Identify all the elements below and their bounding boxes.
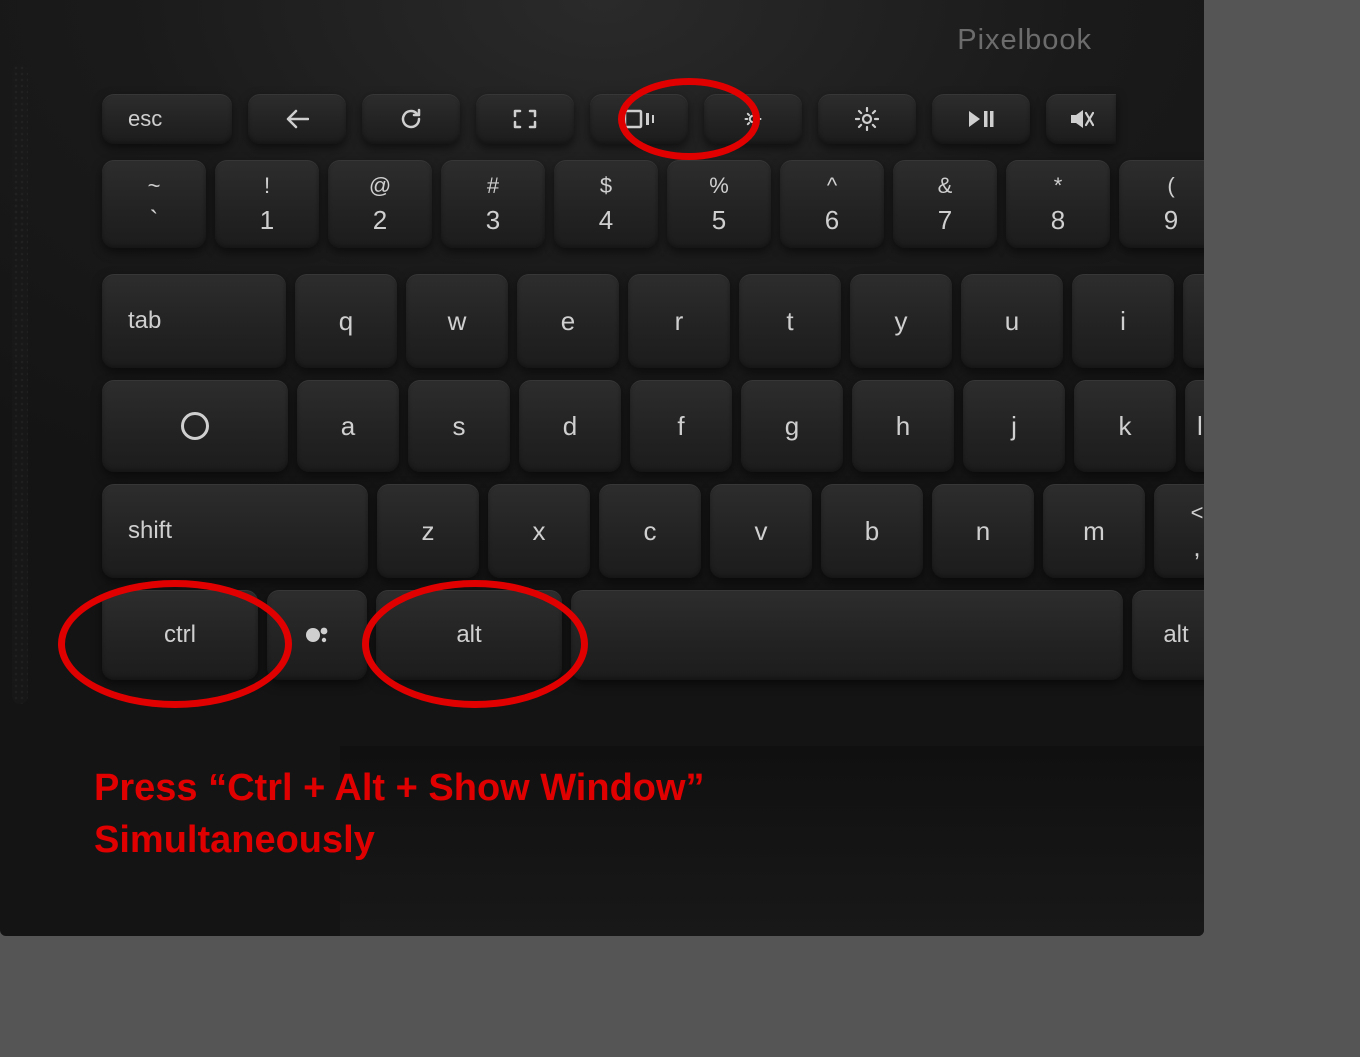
play-pause-icon [968,109,994,129]
key-m[interactable]: m [1043,484,1145,578]
brightness-low-icon [744,110,762,128]
brightness-high-icon [855,107,879,131]
qwerty-row: tab q w e r t y u i o [102,274,1204,368]
key-i[interactable]: i [1072,274,1174,368]
brightness-down-key[interactable] [704,94,802,144]
key-8[interactable]: *8 [1006,160,1110,248]
key-n[interactable]: n [932,484,1034,578]
key-7[interactable]: &7 [893,160,997,248]
key-6[interactable]: ^6 [780,160,884,248]
back-key[interactable] [248,94,346,144]
key-b[interactable]: b [821,484,923,578]
show-windows-icon [624,109,654,129]
key-o[interactable]: o [1183,274,1204,368]
circle-icon [181,412,209,440]
caption-line-1: Press “Ctrl + Alt + Show Window” [94,762,705,814]
key-u[interactable]: u [961,274,1063,368]
shift-key[interactable]: shift [102,484,368,578]
key-g[interactable]: g [741,380,843,472]
refresh-key[interactable] [362,94,460,144]
brand-label: Pixelbook [957,24,1092,57]
assistant-key[interactable] [267,590,367,680]
key-5[interactable]: %5 [667,160,771,248]
function-row: esc [102,94,1116,144]
key-c[interactable]: c [599,484,701,578]
keyboard-stage: Pixelbook esc ~` [0,0,1204,936]
esc-key[interactable]: esc [102,94,232,144]
refresh-icon [399,107,423,131]
key-2[interactable]: @2 [328,160,432,248]
key-4[interactable]: $4 [554,160,658,248]
key-d[interactable]: d [519,380,621,472]
brightness-up-key[interactable] [818,94,916,144]
space-key[interactable] [571,590,1123,680]
key-a[interactable]: a [297,380,399,472]
key-y[interactable]: y [850,274,952,368]
tab-key[interactable]: tab [102,274,286,368]
key-backtick[interactable]: ~` [102,160,206,248]
mute-key[interactable] [1046,94,1116,144]
show-windows-key[interactable] [590,94,688,144]
key-1[interactable]: !1 [215,160,319,248]
key-e[interactable]: e [517,274,619,368]
key-v[interactable]: v [710,484,812,578]
arrow-left-icon [285,109,309,129]
key-3[interactable]: #3 [441,160,545,248]
fullscreen-icon [513,109,537,129]
key-k[interactable]: k [1074,380,1176,472]
alt-key[interactable]: alt [376,590,562,680]
number-row: ~` !1 @2 #3 $4 %5 ^6 &7 *8 (9 [102,160,1204,248]
fullscreen-key[interactable] [476,94,574,144]
key-9[interactable]: (9 [1119,160,1204,248]
play-pause-key[interactable] [932,94,1030,144]
assistant-icon [304,622,330,648]
annotation-caption: Press “Ctrl + Alt + Show Window” Simulta… [94,762,705,867]
key-q[interactable]: q [295,274,397,368]
speaker-grille [12,64,28,704]
key-l[interactable]: l [1185,380,1204,472]
esc-label: esc [128,106,162,132]
key-z[interactable]: z [377,484,479,578]
key-w[interactable]: w [406,274,508,368]
mute-icon [1068,107,1094,131]
key-x[interactable]: x [488,484,590,578]
bottom-row: ctrl alt alt [102,590,1204,680]
key-t[interactable]: t [739,274,841,368]
key-comma[interactable]: <, [1154,484,1204,578]
ctrl-key[interactable]: ctrl [102,590,258,680]
caption-line-2: Simultaneously [94,814,705,866]
key-j[interactable]: j [963,380,1065,472]
search-key[interactable] [102,380,288,472]
key-s[interactable]: s [408,380,510,472]
alt-right-key[interactable]: alt [1132,590,1204,680]
key-r[interactable]: r [628,274,730,368]
key-f[interactable]: f [630,380,732,472]
home-row: a s d f g h j k l [102,380,1204,472]
key-h[interactable]: h [852,380,954,472]
shift-row: shift z x c v b n m <, [102,484,1204,578]
